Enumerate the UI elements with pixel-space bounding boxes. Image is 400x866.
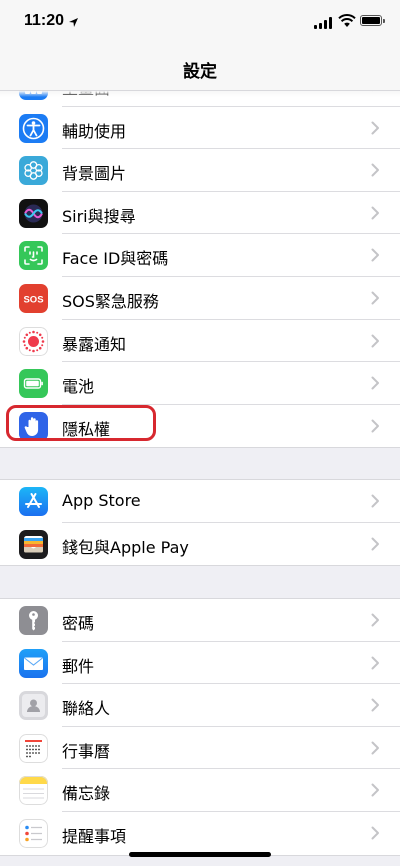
privacy-highlight-annotation [6,405,156,441]
home-indicator[interactable] [129,852,271,857]
settings-row-accessibility[interactable]: 輔助使用 [0,107,400,150]
chevron-right-icon [371,333,380,348]
settings-row-wallpaper[interactable]: 背景圖片 [0,149,400,192]
wallet-icon [19,529,48,559]
settings-row-label: 備忘錄 [62,784,111,804]
settings-row-contacts[interactable]: 聯絡人 [0,684,400,727]
page-title-overlay: 設定 [183,62,217,82]
chevron-right-icon [371,162,380,177]
settings-row-label: Face ID與密碼 [62,249,169,269]
settings-row-label: 錢包與Apple Pay [62,537,189,557]
settings-row-notes[interactable]: 備忘錄 [0,769,400,812]
app-store-icon [19,487,48,516]
notes-icon [19,776,48,806]
status-time-overlay: 11:20 [24,12,65,29]
settings-row-calendar[interactable]: 行事曆 [0,727,400,770]
sos-icon: SOS [19,283,48,313]
settings-row-label: 提醒事項 [62,826,127,846]
wifi-icon [338,14,356,27]
key-icon [19,606,48,635]
reminders-icon [19,818,48,848]
chevron-right-icon [371,782,380,797]
mail-icon [19,648,48,678]
chevron-right-icon [371,120,380,135]
exposure-notification-icon [19,326,48,356]
chevron-right-icon [371,740,380,755]
settings-row-label: 電池 [62,377,95,397]
battery-status-icon [360,15,385,26]
settings-row-label: Siri與搜尋 [62,206,136,226]
chevron-right-icon [371,825,380,840]
settings-row-label: 輔助使用 [62,121,127,141]
navigation-bar-overlay: 設定 [0,44,400,91]
svg-text:SOS: SOS [23,294,43,305]
accessibility-icon [19,113,48,143]
settings-row-exposure-notifications[interactable]: 暴露通知 [0,320,400,363]
settings-row-siri-search[interactable]: Siri與搜尋 [0,192,400,235]
chevron-right-icon [371,612,380,627]
wallpaper-icon [19,156,48,186]
settings-row-mail[interactable]: 郵件 [0,642,400,685]
battery-icon [19,369,48,399]
contacts-icon [19,691,48,721]
settings-row-label: 暴露通知 [62,334,127,354]
settings-row-emergency-sos[interactable]: SOS SOS緊急服務 [0,277,400,320]
chevron-right-icon [371,418,380,433]
settings-row-label: 聯絡人 [62,699,111,719]
chevron-right-icon [371,375,380,390]
chevron-right-icon [371,697,380,712]
chevron-right-icon [371,536,380,551]
chevron-right-icon [371,493,380,508]
settings-row-label: 背景圖片 [62,164,127,184]
chevron-right-icon [371,655,380,670]
chevron-right-icon [371,205,380,220]
calendar-icon [19,733,48,763]
settings-row-label: 密碼 [62,614,95,633]
settings-group-apps: 密碼郵件聯絡人行事曆備忘錄提醒事項 [0,598,400,856]
settings-row-passwords[interactable]: 密碼 [0,599,400,642]
settings-row-label: App Store [62,491,141,510]
settings-row-label: 行事曆 [62,741,111,761]
settings-row-battery[interactable]: 電池 [0,362,400,405]
cellular-signal-icon [314,16,334,29]
chevron-right-icon [371,247,380,262]
location-arrow-icon [69,18,78,27]
settings-row-reminders[interactable]: 提醒事項 [0,812,400,855]
chevron-right-icon [371,290,380,305]
siri-icon [19,198,48,228]
status-bar-overlay: 11:20 [0,0,400,44]
settings-row-wallet-apple-pay[interactable]: 錢包與Apple Pay [0,523,400,566]
settings-row-face-id-passcode[interactable]: Face ID與密碼 [0,234,400,277]
settings-group-system: 主畫面輔助使用背景圖片Siri與搜尋Face ID與密碼SOSSOS緊急服務暴露… [0,63,400,449]
settings-row-app-store[interactable]: App Store [0,480,400,523]
settings-row-label: 郵件 [62,656,95,676]
settings-group-store: App Store 錢包與Apple Pay [0,479,400,567]
settings-row-label: SOS緊急服務 [62,291,159,311]
face-id-icon [19,241,48,271]
